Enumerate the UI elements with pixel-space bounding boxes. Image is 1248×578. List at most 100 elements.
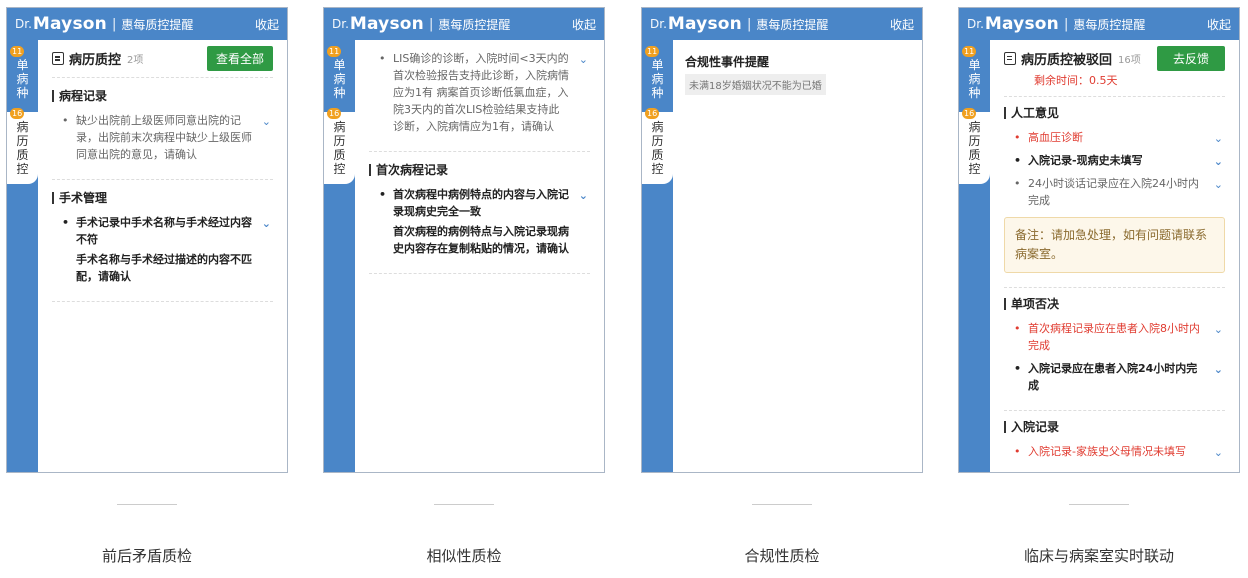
feedback-button[interactable]: 去反馈 <box>1156 45 1225 71</box>
caption-consistency: 前后矛盾质检 <box>101 547 192 565</box>
remark-note: 备注：请加急处理，如有问题请联系病案室。 <box>1004 217 1225 273</box>
collapse-button[interactable]: 收起 <box>255 16 279 33</box>
panel-header: Dr. Mayson | 惠每质控提醒 收起 <box>642 8 922 40</box>
item-title: 首次病程中病例特点的内容与入院记录现病史完全一致 <box>393 188 569 218</box>
page-title: 病历质控被驳回 <box>1021 52 1113 68</box>
item-detail: 首次病程的病例特点与入院记录现病史内容存在复制粘贴的情况，请确认 <box>393 225 569 255</box>
brand-subtitle: 惠每质控提醒 <box>438 17 511 32</box>
tab-label: 病历质控 <box>968 120 981 176</box>
brand-dr: Dr. <box>332 17 349 31</box>
sidebar-tab-record-qc[interactable]: 16 病历质控 <box>642 108 673 184</box>
page-title: 合规性事件提醒 <box>685 55 770 69</box>
tab-label: 单病种 <box>968 58 981 100</box>
chevron-down-icon[interactable]: ⌄ <box>262 215 271 232</box>
remaining-time: 剩余时间：0.5天 <box>1034 74 1118 87</box>
section-heading: 首次病程记录 <box>369 164 590 176</box>
section-heading: 病程记录 <box>52 90 273 102</box>
caption-divider <box>1069 504 1129 505</box>
chevron-down-icon[interactable]: ⌄ <box>1214 176 1223 193</box>
panel-content: LIS确诊的诊断，入院时间<3天内的首次检验报告支持此诊断，入院病情应为1有 病… <box>355 40 604 472</box>
brand-separator: | <box>746 16 752 32</box>
item-text: 高血压诊断 <box>1028 131 1083 144</box>
caption-clinical-link: 临床与病案室实时联动 <box>1023 547 1174 565</box>
sidebar: 11 单病种 16 病历质控 <box>324 40 355 472</box>
stage: Dr. Mayson | 惠每质控提醒 收起 11 单病种 16 病历质控 病历… <box>0 0 1248 578</box>
sidebar-tab-single-disease[interactable]: 11 单病种 <box>959 46 990 108</box>
tab-label: 单病种 <box>16 58 29 100</box>
list-item[interactable]: 手术记录中手术名称与手术经过内容不符 手术名称与手术经过描述的内容不匹配，请确认… <box>52 214 273 285</box>
item-count: 2项 <box>127 55 144 66</box>
caption-divider <box>752 504 812 505</box>
page-title: 病历质控 <box>69 53 122 68</box>
document-icon <box>1004 51 1016 65</box>
sidebar-tab-record-qc[interactable]: 16 病历质控 <box>7 108 38 184</box>
section-heading: 单项否决 <box>1004 298 1225 310</box>
panel-compliance: Dr. Mayson | 惠每质控提醒 收起 11 单病种 16 病历质控 合规… <box>641 7 923 473</box>
tab-badge: 16 <box>962 108 977 119</box>
collapse-button[interactable]: 收起 <box>890 16 914 33</box>
caption-similarity: 相似性质检 <box>426 547 502 565</box>
section: 手术管理 手术记录中手术名称与手术经过内容不符 手术名称与手术经过描述的内容不匹… <box>52 180 273 302</box>
brand-logo: Mayson <box>32 14 107 34</box>
tab-label: 病历质控 <box>333 120 346 176</box>
list-item[interactable]: 24小时谈话记录应在入院24小时内完成 ⌄ <box>1004 175 1225 209</box>
list-item[interactable]: LIS确诊的诊断，入院时间<3天内的首次检验报告支持此诊断，入院病情应为1有 病… <box>369 50 590 135</box>
tab-badge: 11 <box>962 46 977 57</box>
item-detail: 手术名称与手术经过描述的内容不匹配，请确认 <box>76 253 252 283</box>
sidebar-tab-single-disease[interactable]: 11 单病种 <box>324 46 355 108</box>
item-text: 入院记录应在患者入院24小时内完成 <box>1028 362 1198 392</box>
chevron-down-icon[interactable]: ⌄ <box>1214 153 1223 170</box>
item-count: 16项 <box>1118 54 1141 66</box>
tab-badge: 11 <box>327 46 342 57</box>
section: 首次病程记录 首次病程中病例特点的内容与入院记录现病史完全一致 首次病程的病例特… <box>369 152 590 274</box>
brand-logo: Mayson <box>984 14 1059 34</box>
tab-badge: 11 <box>10 46 25 57</box>
compliance-warning-badge: 未满18岁婚姻状况不能为已婚 <box>685 74 826 95</box>
list-item[interactable]: 入院记录应在患者入院24小时内完成 ⌄ <box>1004 360 1225 394</box>
collapse-button[interactable]: 收起 <box>1207 16 1231 33</box>
item-text: 24小时谈话记录应在入院24小时内完成 <box>1028 177 1199 207</box>
collapse-button[interactable]: 收起 <box>572 16 596 33</box>
list-item[interactable]: 入院记录-家族史父母情况未填写 ⌄ <box>1004 443 1225 460</box>
panel-content: 病历质控 2项 查看全部 病程记录 缺少出院前上级医师同意出院的记录，出院前末次… <box>38 40 287 472</box>
sidebar-tab-single-disease[interactable]: 11 单病种 <box>7 46 38 108</box>
item-text: LIS确诊的诊断，入院时间<3天内的首次检验报告支持此诊断，入院病情应为1有 病… <box>393 52 569 133</box>
brand-logo: Mayson <box>349 14 424 34</box>
sidebar-tab-single-disease[interactable]: 11 单病种 <box>642 46 673 108</box>
chevron-down-icon[interactable]: ⌄ <box>579 51 588 68</box>
list-item[interactable]: 缺少出院前上级医师同意出院的记录，出院前末次病程中缺少上级医师同意出院的意见，请… <box>52 112 273 163</box>
list-item[interactable]: 首次病程中病例特点的内容与入院记录现病史完全一致 首次病程的病例特点与入院记录现… <box>369 186 590 257</box>
brand-separator: | <box>428 16 434 32</box>
chevron-down-icon[interactable]: ⌄ <box>1214 361 1223 378</box>
sidebar: 11 单病种 16 病历质控 <box>7 40 38 472</box>
tab-badge: 16 <box>645 108 660 119</box>
tab-badge: 11 <box>645 46 660 57</box>
item-text: 缺少出院前上级医师同意出院的记录，出院前末次病程中缺少上级医师同意出院的意见，请… <box>76 114 252 161</box>
item-text: 入院记录-家族史父母情况未填写 <box>1028 445 1186 458</box>
caption-divider <box>434 504 494 505</box>
panel-titlebar: 病历质控 2项 查看全部 <box>52 40 273 78</box>
view-all-button[interactable]: 查看全部 <box>206 46 273 71</box>
brand-dr: Dr. <box>15 17 32 31</box>
panel-titlebar: 病历质控被驳回 16项 去反馈 <box>1004 40 1225 76</box>
panel-content: 合规性事件提醒 未满18岁婚姻状况不能为已婚 <box>673 40 922 472</box>
chevron-down-icon[interactable]: ⌄ <box>262 113 271 130</box>
list-item[interactable]: 首次病程记录应在患者入院8小时内完成 ⌄ <box>1004 320 1225 354</box>
panel-content: 病历质控被驳回 16项 去反馈 剩余时间：0.5天 人工意见 高血压诊断 ⌄ 入… <box>990 40 1239 472</box>
chevron-down-icon[interactable]: ⌄ <box>579 187 588 204</box>
panel-header: Dr. Mayson | 惠每质控提醒 收起 <box>7 8 287 40</box>
chevron-down-icon[interactable]: ⌄ <box>1214 444 1223 461</box>
item-title: 手术记录中手术名称与手术经过内容不符 <box>76 216 252 246</box>
brand-separator: | <box>1063 16 1069 32</box>
chevron-down-icon[interactable]: ⌄ <box>1214 321 1223 338</box>
tab-label: 单病种 <box>651 58 664 100</box>
list-item[interactable]: 入院记录-现病史未填写 ⌄ <box>1004 152 1225 169</box>
item-text: 入院记录-现病史未填写 <box>1028 154 1143 167</box>
sidebar-tab-record-qc[interactable]: 16 病历质控 <box>959 108 990 184</box>
brand-subtitle: 惠每质控提醒 <box>1073 17 1146 32</box>
section-heading: 手术管理 <box>52 192 273 204</box>
list-item[interactable]: 高血压诊断 ⌄ <box>1004 129 1225 146</box>
sidebar-tab-record-qc[interactable]: 16 病历质控 <box>324 108 355 184</box>
item-text: 首次病程记录应在患者入院8小时内完成 <box>1028 322 1200 352</box>
chevron-down-icon[interactable]: ⌄ <box>1214 130 1223 147</box>
